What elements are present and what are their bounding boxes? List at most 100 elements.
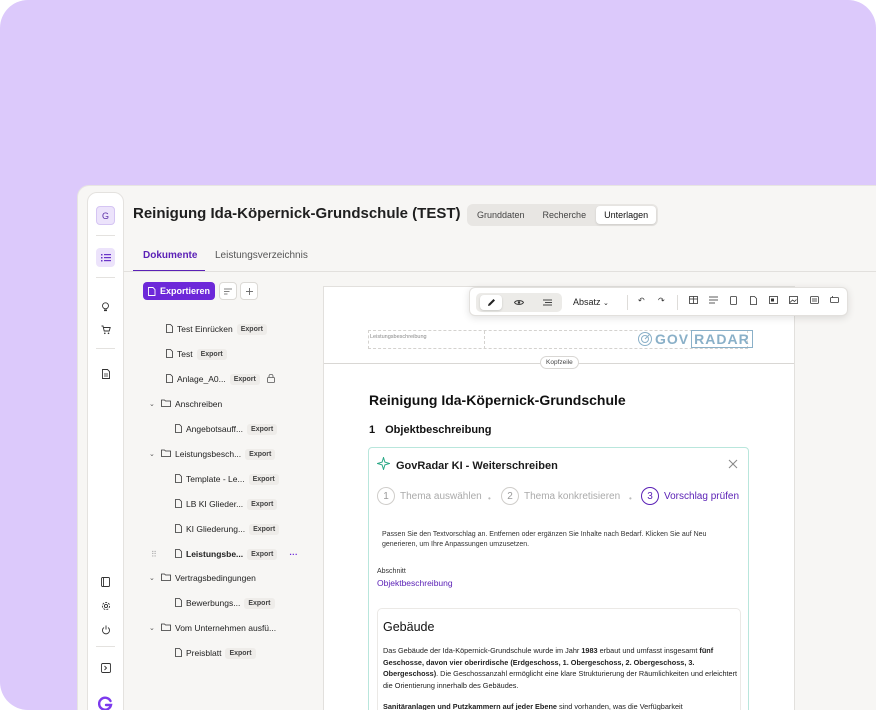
tree-folder[interactable]: ⌄ Vertragsbedingungen [149, 570, 256, 586]
add-button[interactable] [240, 282, 258, 300]
header-zone[interactable]: Leistungsbeschreibung GOV RADAR [368, 330, 753, 349]
tab-dokumente[interactable]: Dokumente [143, 250, 197, 261]
close-icon[interactable] [728, 457, 738, 472]
tree-item[interactable]: Template - Le... Export [175, 471, 279, 487]
file-icon [175, 498, 182, 510]
tree-folder[interactable]: ⌄ Leistungsbesch... Export [149, 446, 276, 462]
undo-icon[interactable]: ↶ [638, 296, 645, 305]
drag-handle-icon[interactable]: ⠿ [151, 550, 157, 559]
cart-icon[interactable] [96, 320, 115, 339]
step-3-label: Vorschlag prüfen [664, 490, 740, 502]
export-badge[interactable]: Export [248, 473, 279, 485]
lightbulb-icon[interactable] [96, 297, 115, 316]
header-chip[interactable]: Kopfzeile [540, 356, 579, 369]
export-badge[interactable]: Export [247, 498, 278, 510]
tree-item-label: KI Gliederung... [186, 524, 246, 534]
file-add-icon[interactable] [750, 296, 757, 307]
file-icon [166, 373, 173, 385]
book-icon[interactable] [96, 572, 115, 591]
tree-folder[interactable]: ⌄ Vom Unternehmen ausfü... [149, 620, 276, 636]
step-1-label: Thema auswählen [400, 490, 482, 502]
settings-icon[interactable] [96, 596, 115, 615]
export-button[interactable]: Exportieren [143, 282, 215, 300]
tree-item[interactable]: Angebotsauff... Export [175, 421, 278, 437]
tree-item[interactable]: LB KI Glieder... Export [175, 496, 278, 512]
power-icon[interactable] [96, 620, 115, 639]
export-badge[interactable]: Export [229, 373, 260, 385]
chevron-down-icon[interactable]: ⌄ [149, 574, 157, 582]
panel-toggle-icon[interactable] [96, 658, 115, 677]
tree-item[interactable]: Test Einrücken Export [166, 321, 267, 337]
step-separator: • [629, 494, 632, 503]
box-icon[interactable] [830, 296, 839, 305]
tree-item-label: Angebotsauff... [186, 424, 244, 434]
paragraph-style-select[interactable]: Absatz ⌄ [573, 297, 609, 307]
tree-item[interactable]: Bewerbungs... Export [175, 595, 275, 611]
toolbar-divider [627, 295, 628, 310]
comment-icon[interactable] [810, 296, 819, 306]
section-field-value[interactable]: Objektbeschreibung [377, 578, 453, 588]
sort-button[interactable] [219, 282, 237, 300]
file-icon [175, 523, 182, 535]
rail-divider [96, 348, 115, 349]
export-badge[interactable]: Export [236, 323, 267, 335]
section-heading[interactable]: 1 Objektbeschreibung [369, 424, 501, 436]
suggestion-paragraph-2: Sanitäranlagen und Putzkammern auf jeder… [383, 702, 683, 710]
tree-item-label: Bewerbungs... [186, 598, 241, 608]
document-heading[interactable]: Reinigung Ida-Köpernick-Grundschule [369, 392, 626, 408]
table-icon[interactable] [689, 296, 698, 306]
export-badge[interactable]: Export [225, 647, 256, 659]
tree-item[interactable]: ⠿ Leistungsbe... Export ··· [151, 546, 298, 562]
outline-icon[interactable] [536, 295, 558, 310]
layout-icon[interactable] [769, 296, 778, 306]
folder-icon [161, 399, 171, 409]
ai-panel-title: GovRadar KI - Weiterschreiben [396, 460, 558, 472]
segment-unterlagen[interactable]: Unterlagen [596, 206, 657, 224]
export-badge[interactable]: Export [196, 348, 227, 360]
tree-item[interactable]: Test Export [166, 346, 227, 362]
tree-item[interactable]: Anlage_A0... Export [166, 371, 275, 387]
tab-bar: Dokumente Leistungsverzeichnis [133, 244, 876, 272]
view-switcher: Grunddaten Recherche Unterlagen [467, 204, 659, 226]
left-rail: G [87, 192, 124, 710]
chevron-down-icon[interactable]: ⌄ [149, 624, 157, 632]
export-badge[interactable]: Export [247, 548, 278, 560]
app-window: G Reinigung Ida-Köpernick-Grundschule (T… [77, 185, 876, 710]
step-2[interactable]: 2 Thema konkretisieren [501, 487, 620, 505]
file-icon [166, 348, 173, 360]
document-editor[interactable]: Leistungsbeschreibung GOV RADAR Kopfzeil… [323, 286, 795, 710]
step-3-number: 3 [641, 487, 659, 505]
chevron-down-icon[interactable]: ⌄ [149, 400, 157, 408]
list-icon[interactable] [96, 248, 115, 267]
preview-eye-icon[interactable] [508, 295, 530, 310]
more-options-icon[interactable]: ··· [289, 549, 298, 559]
segment-grunddaten[interactable]: Grunddaten [469, 206, 533, 224]
tree-folder[interactable]: ⌄ Anschreiben [149, 396, 222, 412]
file-icon [166, 323, 173, 335]
export-badge[interactable]: Export [249, 523, 280, 535]
redo-icon[interactable]: ↷ [658, 296, 665, 305]
segment-recherche[interactable]: Recherche [535, 206, 595, 224]
step-2-label: Thema konkretisieren [524, 490, 621, 502]
document-icon[interactable] [96, 364, 115, 383]
tree-item-label: Anlage_A0... [177, 374, 226, 384]
export-badge[interactable]: Export [245, 448, 276, 460]
file-icon [175, 423, 182, 435]
step-3[interactable]: 3 Vorschlag prüfen [641, 487, 739, 505]
tree-item[interactable]: KI Gliederung... Export [175, 521, 280, 537]
chevron-down-icon[interactable]: ⌄ [149, 450, 157, 458]
tree-item-label: Anschreiben [175, 399, 223, 409]
export-badge[interactable]: Export [247, 423, 278, 435]
align-icon[interactable] [709, 296, 718, 306]
paragraph-style-value: Absatz [573, 297, 601, 307]
step-1[interactable]: 1 Thema auswählen [377, 487, 482, 505]
export-badge[interactable]: Export [244, 597, 275, 609]
page-icon[interactable] [730, 296, 737, 307]
edit-mode-pencil-icon[interactable] [480, 295, 502, 310]
workspace-avatar[interactable]: G [96, 206, 115, 225]
image-icon[interactable] [789, 296, 798, 306]
tree-item[interactable]: Preisblatt Export [175, 645, 256, 661]
tab-leistungsverzeichnis[interactable]: Leistungsverzeichnis [215, 250, 308, 261]
suggestion-card[interactable]: Gebäude Das Gebäude der Ida-Köpernick-Gr… [377, 608, 741, 710]
suggestion-paragraph-1: Das Gebäude der Ida-Köpernick-Grundschul… [383, 646, 738, 690]
